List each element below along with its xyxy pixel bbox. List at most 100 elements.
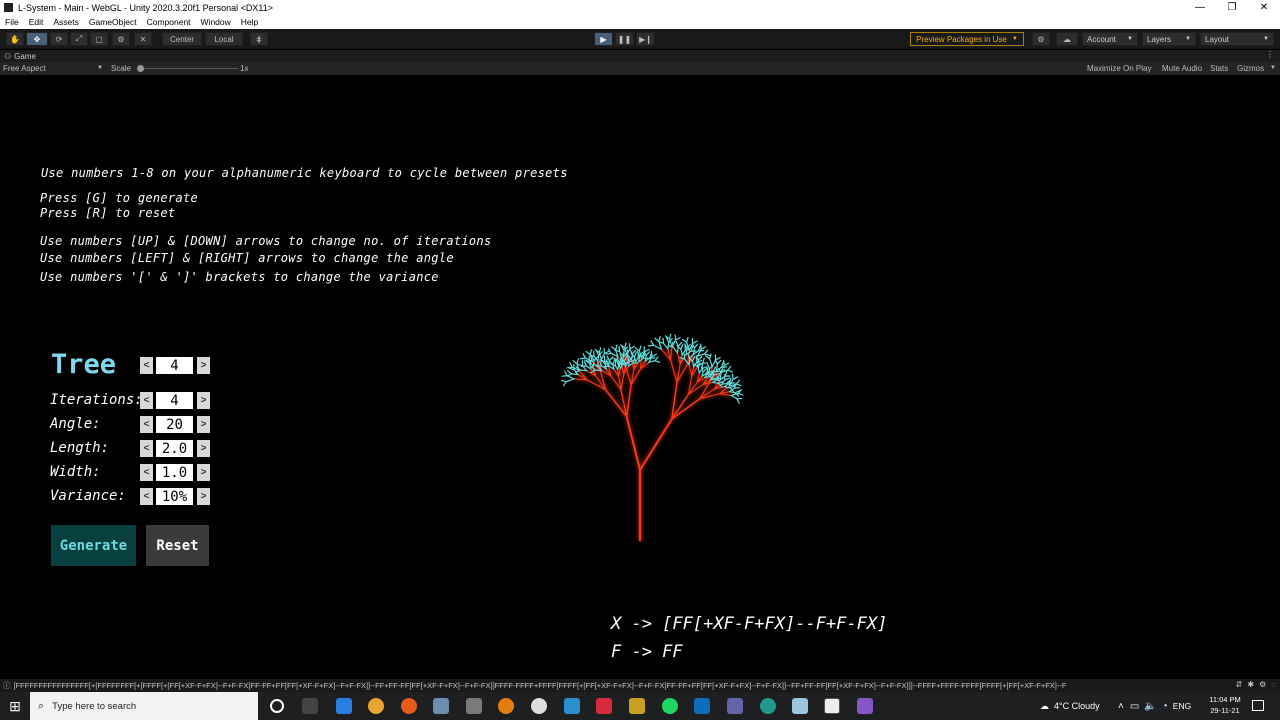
iterations-increase-button[interactable]: > [197, 392, 210, 409]
layout-dropdown[interactable]: Layout ▼ [1200, 32, 1274, 46]
menu-edit[interactable]: Edit [24, 17, 49, 27]
info-icon: ⓘ [3, 681, 11, 690]
menu-help[interactable]: Help [236, 17, 263, 27]
spinner-icon[interactable]: ◌ [1271, 680, 1276, 689]
tree-leaf [701, 357, 705, 364]
tree-leaf [633, 351, 638, 358]
account-dropdown[interactable]: Account ▼ [1082, 32, 1138, 46]
store-icon[interactable] [564, 698, 580, 714]
close-button[interactable]: ✕ [1248, 0, 1280, 15]
menu-component[interactable]: Component [142, 17, 196, 27]
chevron-down-icon[interactable]: ▼ [97, 65, 103, 71]
chrome-icon[interactable] [368, 698, 384, 714]
photos-icon[interactable] [433, 698, 449, 714]
game-tab[interactable]: ⚇ Game ⋮ [0, 50, 1280, 62]
custom-tool-icon[interactable]: ✕ [134, 32, 152, 46]
mute-audio-toggle[interactable]: Mute Audio [1162, 64, 1202, 73]
teams-icon[interactable] [727, 698, 743, 714]
instruction-presets: Use numbers 1-8 on your alphanumeric key… [41, 166, 568, 180]
outlook-icon[interactable] [694, 698, 710, 714]
notification-icon[interactable] [1252, 700, 1264, 711]
spotify-icon[interactable] [662, 698, 678, 714]
language-indicator[interactable]: ENG [1173, 701, 1191, 711]
width-increase-button[interactable]: > [197, 464, 210, 481]
build-icon[interactable]: ⚙ [1259, 680, 1266, 689]
notepad-icon[interactable] [792, 698, 808, 714]
pivot-local-toggle[interactable]: Local [205, 32, 243, 46]
bug-icon[interactable]: ✱ [1247, 680, 1254, 689]
scale-slider-track[interactable] [138, 68, 238, 69]
width-decrease-button[interactable]: < [140, 464, 153, 481]
reset-button[interactable]: Reset [146, 525, 209, 566]
scale-slider-handle[interactable] [137, 65, 144, 72]
chevron-down-icon[interactable]: ▼ [1270, 65, 1276, 71]
menu-gameobject[interactable]: GameObject [84, 17, 142, 27]
menu-window[interactable]: Window [196, 17, 236, 27]
tree-leaf [726, 369, 733, 373]
play-button[interactable]: ▶ [594, 32, 613, 46]
volume-icon[interactable]: 🔈 [1144, 701, 1156, 712]
cortana-icon[interactable] [270, 699, 284, 713]
length-increase-button[interactable]: > [197, 440, 210, 457]
tree-leaf [582, 353, 587, 359]
iterations-decrease-button[interactable]: < [140, 392, 153, 409]
preview-packages-dropdown[interactable]: Preview Packages in Use ▼ [910, 32, 1024, 46]
tree-leaf [654, 360, 661, 363]
files-icon[interactable] [629, 698, 645, 714]
tree-leaf [677, 341, 683, 347]
rect-tool-icon[interactable]: ▢ [90, 32, 108, 46]
battery-icon[interactable]: ▭ [1130, 701, 1139, 712]
pivot-center-toggle[interactable]: Center [162, 32, 202, 46]
weather-text: 4°C Cloudy [1054, 701, 1100, 711]
explorer-icon[interactable] [466, 698, 482, 714]
scale-tool-icon[interactable]: ⤢ [70, 32, 88, 46]
rotate-tool-icon[interactable]: ⟳ [50, 32, 68, 46]
unity-app-icon[interactable] [824, 698, 840, 714]
weather-widget[interactable]: ☁ 4°C Cloudy [1040, 692, 1100, 720]
edge-icon[interactable] [760, 698, 776, 714]
gizmos-dropdown[interactable]: Gizmos [1237, 64, 1264, 73]
visual-studio-icon[interactable] [857, 698, 873, 714]
angle-decrease-button[interactable]: < [140, 416, 153, 433]
mail-icon[interactable] [336, 698, 352, 714]
preset-next-button[interactable]: > [197, 357, 210, 374]
network-icon[interactable]: ◔ [1162, 701, 1168, 712]
move-tool-icon[interactable]: ✥ [26, 32, 48, 46]
pause-button[interactable]: ❚❚ [615, 32, 634, 46]
menu-file[interactable]: File [0, 17, 24, 27]
task-view-icon[interactable] [302, 698, 318, 714]
tree-leaf [651, 353, 657, 358]
tree-leaf [728, 391, 736, 394]
generate-button[interactable]: Generate [51, 525, 136, 566]
settings-icon[interactable]: ⚙ [1032, 32, 1050, 46]
clock[interactable]: 11:04 PM 29-11-21 [1204, 694, 1246, 716]
maximize-on-play-toggle[interactable]: Maximize On Play [1087, 64, 1151, 73]
stats-toggle[interactable]: Stats [1210, 64, 1228, 73]
firefox-icon[interactable] [401, 698, 417, 714]
aspect-dropdown[interactable]: Free Aspect [3, 64, 46, 73]
windows-start-icon[interactable]: ⊞ [0, 692, 30, 720]
transform-tool-icon[interactable]: ⚙ [112, 32, 130, 46]
tab-menu-icon[interactable]: ⋮ [1266, 50, 1274, 59]
length-decrease-button[interactable]: < [140, 440, 153, 457]
tree-leaf [700, 343, 702, 350]
angle-increase-button[interactable]: > [197, 416, 210, 433]
blender-icon[interactable] [498, 698, 514, 714]
progress-icon[interactable]: ⇵ [1236, 680, 1243, 689]
layers-dropdown[interactable]: Layers ▼ [1142, 32, 1196, 46]
variance-increase-button[interactable]: > [197, 488, 210, 505]
unreal-icon[interactable] [531, 698, 547, 714]
menu-assets[interactable]: Assets [48, 17, 84, 27]
mega-icon[interactable] [596, 698, 612, 714]
console-status-bar[interactable]: ⓘ [FFFFFFFFFFFFFFFF[+[FFFFFFFF[+[FFFF[+[… [0, 679, 1280, 692]
preset-prev-button[interactable]: < [140, 357, 153, 374]
cloud-icon[interactable]: ☁ [1056, 32, 1078, 46]
step-button[interactable]: ▶❙ [636, 32, 655, 46]
hand-tool-icon[interactable]: ✋ [6, 32, 24, 46]
variance-decrease-button[interactable]: < [140, 488, 153, 505]
taskbar-search-box[interactable]: ⌕ Type here to search [30, 692, 258, 720]
restore-button[interactable]: ❐ [1216, 0, 1248, 15]
grid-snap-icon[interactable]: ⋕ [250, 32, 268, 46]
minimize-button[interactable]: — [1184, 0, 1216, 15]
chevron-up-icon[interactable]: ˄ [1118, 701, 1124, 712]
